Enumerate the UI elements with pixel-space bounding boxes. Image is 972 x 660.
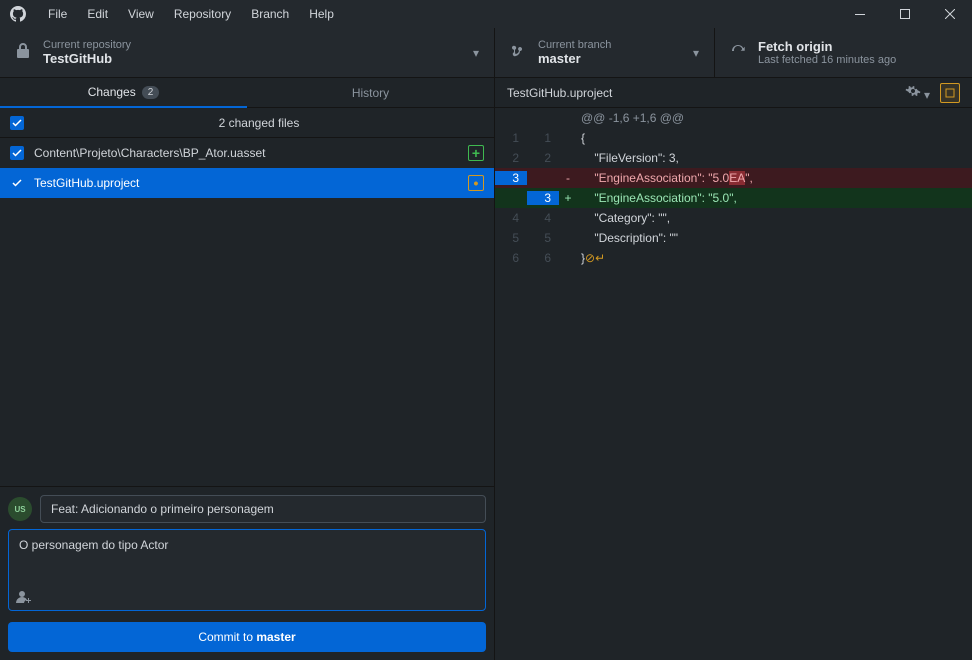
branch-selector[interactable]: Current branch master ▾ bbox=[495, 28, 715, 77]
file-status-added-icon: + bbox=[468, 145, 484, 161]
menu-repository[interactable]: Repository bbox=[164, 7, 241, 21]
menu-help[interactable]: Help bbox=[299, 7, 344, 21]
commit-form: US Commit to master bbox=[0, 486, 494, 660]
branch-name: master bbox=[538, 51, 685, 66]
diff-file-name: TestGitHub.uproject bbox=[507, 86, 905, 100]
close-button[interactable] bbox=[927, 0, 972, 28]
diff-line: 3- "EngineAssociation": "5.0EA", bbox=[495, 168, 972, 188]
fetch-label: Fetch origin bbox=[758, 39, 957, 54]
toolbar: Current repository TestGitHub ▾ Current … bbox=[0, 28, 972, 78]
file-status-modified-icon: • bbox=[468, 175, 484, 191]
branch-label: Current branch bbox=[538, 39, 685, 51]
fetch-button[interactable]: Fetch origin Last fetched 16 minutes ago bbox=[715, 28, 972, 77]
gear-icon[interactable]: ▾ bbox=[905, 83, 930, 102]
menu-view[interactable]: View bbox=[118, 7, 164, 21]
menu-file[interactable]: File bbox=[38, 7, 77, 21]
file-path: TestGitHub.uproject bbox=[34, 176, 468, 190]
add-coauthor-icon[interactable] bbox=[16, 589, 32, 608]
left-pane: Changes 2 History 2 changed files Conten… bbox=[0, 78, 495, 660]
maximize-button[interactable] bbox=[882, 0, 927, 28]
file-path: Content\Projeto\Characters\BP_Ator.uasse… bbox=[34, 146, 468, 160]
menu-branch[interactable]: Branch bbox=[241, 7, 299, 21]
repo-label: Current repository bbox=[43, 39, 465, 51]
commit-description-input[interactable] bbox=[8, 529, 486, 611]
diff-pane: TestGitHub.uproject ▾ @@ -1,6 +1,6 @@11 … bbox=[495, 78, 972, 660]
file-row[interactable]: TestGitHub.uproject• bbox=[0, 168, 494, 198]
git-branch-icon bbox=[510, 43, 526, 62]
file-list: Content\Projeto\Characters\BP_Ator.uasse… bbox=[0, 138, 494, 486]
avatar[interactable]: US bbox=[8, 497, 32, 521]
file-checkbox[interactable] bbox=[10, 176, 24, 190]
changes-count-badge: 2 bbox=[142, 86, 160, 99]
lock-icon bbox=[15, 43, 31, 62]
diff-line: 22 "FileVersion": 3, bbox=[495, 148, 972, 168]
diff-line: 55 "Description": "" bbox=[495, 228, 972, 248]
chevron-down-icon: ▾ bbox=[693, 46, 699, 60]
tab-changes[interactable]: Changes 2 bbox=[0, 78, 247, 108]
file-list-header: 2 changed files bbox=[0, 108, 494, 138]
diff-hunk-header: @@ -1,6 +1,6 @@ bbox=[495, 108, 972, 128]
repo-selector[interactable]: Current repository TestGitHub ▾ bbox=[0, 28, 495, 77]
minimize-button[interactable] bbox=[837, 0, 882, 28]
github-logo-icon bbox=[10, 6, 26, 22]
diff-line: 44 "Category": "", bbox=[495, 208, 972, 228]
diff-line: 3+ "EngineAssociation": "5.0", bbox=[495, 188, 972, 208]
file-checkbox[interactable] bbox=[10, 146, 24, 160]
diff-line: 66 }⊘↵ bbox=[495, 248, 972, 268]
diff-line: 11 { bbox=[495, 128, 972, 148]
fetch-status: Last fetched 16 minutes ago bbox=[758, 54, 957, 66]
repo-name: TestGitHub bbox=[43, 51, 465, 66]
changed-files-count: 2 changed files bbox=[34, 116, 484, 130]
sync-icon bbox=[730, 43, 746, 62]
chevron-down-icon: ▾ bbox=[473, 46, 479, 60]
file-row[interactable]: Content\Projeto\Characters\BP_Ator.uasse… bbox=[0, 138, 494, 168]
commit-button[interactable]: Commit to master bbox=[8, 622, 486, 652]
commit-summary-input[interactable] bbox=[40, 495, 486, 523]
select-all-checkbox[interactable] bbox=[10, 116, 24, 130]
tab-history[interactable]: History bbox=[247, 78, 494, 108]
menu-edit[interactable]: Edit bbox=[77, 7, 118, 21]
diff-content[interactable]: @@ -1,6 +1,6 @@11 {22 "FileVersion": 3,3… bbox=[495, 108, 972, 660]
window-controls bbox=[837, 0, 972, 28]
expand-diff-button[interactable] bbox=[940, 83, 960, 103]
titlebar: FileEditViewRepositoryBranchHelp bbox=[0, 0, 972, 28]
